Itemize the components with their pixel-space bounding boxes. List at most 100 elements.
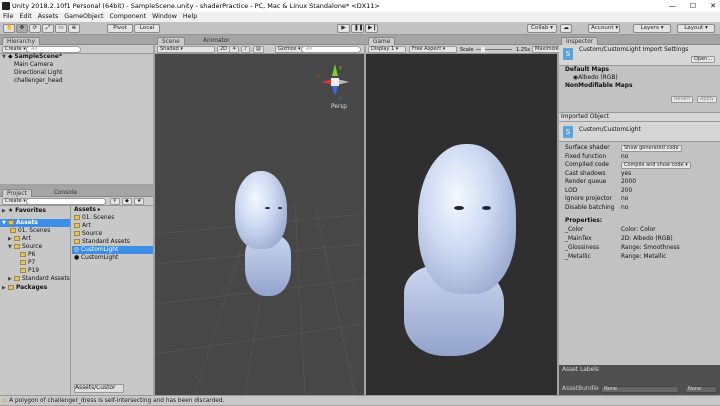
tab-game[interactable]: Game (368, 37, 396, 45)
file-item[interactable]: ● CustomLight (74, 254, 118, 262)
albedo-map-field[interactable]: ◉Albedo (RGB) (573, 75, 618, 81)
file-item-selected[interactable]: ◎ CustomLight (72, 246, 153, 254)
title-bar: Unity 2018.2.10f1 Personal (64bit) - Sam… (0, 0, 720, 12)
tree-item-p7[interactable]: P7 (20, 259, 35, 267)
tree-item-assets[interactable]: ▼ Assets (0, 219, 70, 227)
tab-hierarchy[interactable]: Hierarchy (2, 37, 41, 45)
open-button[interactable]: Open... (691, 56, 716, 63)
scene-view[interactable]: Scene Animator Shaded ▾ 2D ☀ ♪ ▤ Gizmos … (155, 36, 364, 395)
file-item[interactable]: 01. Scenes (74, 214, 114, 222)
effects-icon[interactable]: ▤ (253, 46, 264, 53)
hand-tool-button[interactable]: ✋ (3, 24, 15, 33)
tab-console[interactable]: Console (50, 189, 81, 197)
layout-button[interactable]: Layout ▾ (677, 24, 715, 33)
filter-icon[interactable]: ⚲ (110, 198, 120, 205)
project-create-button[interactable]: Create ▾ (2, 198, 29, 205)
asset-path-field[interactable]: Assets/Custor (74, 384, 124, 393)
cloud-icon[interactable]: ☁ (560, 24, 572, 33)
favorites-row[interactable]: ▶ ★ Favorites (2, 207, 46, 215)
tree-item-art[interactable]: ▶ Art (8, 235, 31, 243)
aspect-label: Free Aspect (412, 46, 442, 52)
scale-slider[interactable] (476, 47, 512, 52)
file-item[interactable]: Standard Assets (74, 238, 130, 246)
pause-button[interactable]: ❚❚ (351, 24, 364, 33)
star-icon[interactable]: ★ (134, 198, 145, 205)
tab-scene[interactable]: Scene (157, 37, 185, 45)
compile-show-code-button[interactable]: Compile and show code ▾ (621, 162, 691, 169)
tree-item-standard-assets[interactable]: ▶ Standard Assets (8, 275, 70, 283)
menu-edit[interactable]: Edit (17, 12, 35, 22)
aspect-dropdown[interactable]: Free Aspect ▾ (409, 46, 457, 53)
close-button[interactable]: ✕ (710, 0, 716, 12)
shading-mode-dropdown[interactable]: Shaded ▾ (157, 46, 215, 53)
maximize-button[interactable]: ☐ (690, 0, 696, 12)
tab-animator[interactable]: Animator (199, 37, 234, 45)
show-generated-code-button[interactable]: Show generated code (621, 145, 682, 152)
apply-label: Apply (700, 96, 715, 102)
apply-button[interactable]: Apply (697, 96, 718, 103)
variant-value: None (688, 386, 702, 392)
menu-window[interactable]: Window (149, 12, 180, 22)
project-search-input[interactable] (26, 198, 106, 205)
hierarchy-item-label: Directional Light (14, 70, 63, 76)
folder-icon (14, 236, 20, 241)
hierarchy-create-button[interactable]: Create ▾ (2, 46, 29, 53)
menu-gameobject[interactable]: GameObject (61, 12, 106, 22)
tree-item-packages[interactable]: ▶ Packages (2, 284, 47, 292)
revert-button[interactable]: Revert (671, 96, 694, 103)
hierarchy-item-challenger-head[interactable]: challenger_head (14, 77, 63, 85)
maximize-on-play-button[interactable]: Maximize (532, 46, 562, 53)
open-label: Open... (694, 56, 713, 62)
status-bar[interactable]: ⚠ A polygon of challenger_dress is self-i… (0, 395, 720, 405)
tree-item-p19[interactable]: P19 (20, 267, 39, 275)
pivot-label: Pivot (113, 25, 127, 31)
lighting-icon[interactable]: ☀ (229, 46, 240, 53)
tab-project[interactable]: Project (2, 189, 32, 197)
tree-item-p6[interactable]: P6 (20, 251, 35, 259)
assets-breadcrumb[interactable]: Assets ▸ (74, 206, 101, 214)
create-label: Create (5, 46, 22, 52)
rect-tool-button[interactable]: ▭ (55, 24, 67, 33)
main-toolbar: ✋ ✥ ⟳ ⤢ ▭ ⊕ Pivot Local ▶ ❚❚ ▶❙ Collab ▾… (0, 22, 720, 35)
scene-search-input[interactable]: All (301, 46, 361, 53)
play-button[interactable]: ▶ (337, 24, 350, 33)
hierarchy-item-main-camera[interactable]: Main Camera (14, 61, 53, 69)
persp-label[interactable]: Persp (331, 104, 347, 110)
tree-item-label: Art (22, 236, 31, 242)
transform-tool-button[interactable]: ⊕ (68, 24, 80, 33)
orientation-gizmo[interactable]: y x z (315, 62, 355, 104)
tree-item-source[interactable]: ▼ Source (8, 243, 42, 251)
file-item[interactable]: Source (74, 230, 102, 238)
file-item[interactable]: Art (74, 222, 91, 230)
scene-row[interactable]: ▼ ◆ SampleScene* (2, 53, 152, 61)
hierarchy-item-directional-light[interactable]: Directional Light (14, 69, 62, 77)
menu-assets[interactable]: Assets (35, 12, 62, 22)
scale-slider-thumb[interactable] (481, 47, 485, 52)
audio-icon[interactable]: ♪ (241, 46, 251, 53)
hierarchy-search-input[interactable]: All (26, 46, 81, 53)
unity-logo-icon (2, 2, 10, 10)
asset-bundle-dropdown[interactable]: None (601, 386, 679, 393)
game-view[interactable]: Game Display 1 ▾ Free Aspect ▾ Scale 1.2… (366, 36, 562, 395)
rotate-tool-button[interactable]: ⟳ (29, 24, 41, 33)
scale-tool-button[interactable]: ⤢ (42, 24, 54, 33)
collab-button[interactable]: Collab ▾ (527, 24, 557, 33)
minimize-button[interactable]: — (669, 0, 676, 12)
layers-button[interactable]: Layers ▾ (633, 24, 671, 33)
local-button[interactable]: Local (134, 24, 160, 33)
display-dropdown[interactable]: Display 1 ▾ (368, 46, 406, 53)
tree-item-scenes[interactable]: 01. Scenes (10, 227, 50, 235)
tab-inspector[interactable]: Inspector (561, 37, 599, 45)
menu-component[interactable]: Component (107, 12, 150, 22)
account-button[interactable]: Account ▾ (588, 24, 620, 33)
label-icon[interactable]: ◆ (122, 198, 132, 205)
menu-help[interactable]: Help (180, 12, 200, 22)
move-tool-button[interactable]: ✥ (16, 24, 28, 33)
asset-variant-dropdown[interactable]: None (685, 386, 717, 393)
prop-key: LOD (565, 188, 578, 194)
gizmos-dropdown[interactable]: Gizmos ▾ (275, 46, 304, 53)
step-button[interactable]: ▶❙ (365, 24, 378, 33)
pivot-button[interactable]: Pivot (107, 24, 133, 33)
shader-prop-key: _MainTex (565, 236, 592, 242)
menu-file[interactable]: File (0, 12, 17, 22)
